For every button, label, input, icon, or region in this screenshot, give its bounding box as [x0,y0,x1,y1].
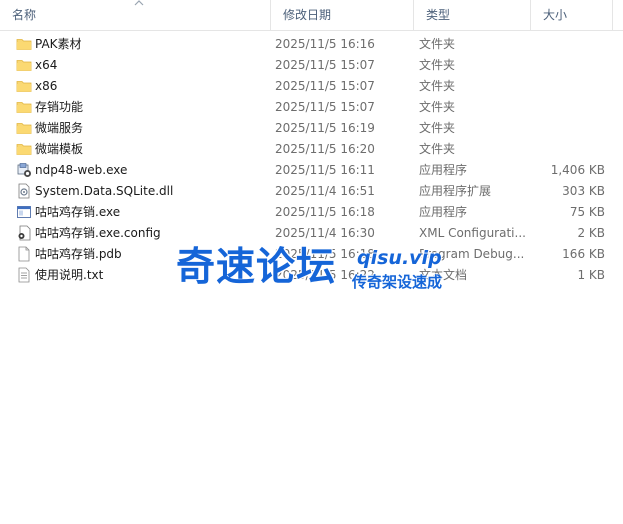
file-name: PAK素材 [35,37,82,51]
file-size: 1,406 KB [550,163,605,177]
file-name-cell[interactable]: 咕咕鸡存销.exe.config [14,223,269,244]
file-date: 2025/11/5 16:19 [275,121,375,135]
file-date: 2025/11/5 16:18 [275,205,375,219]
file-row[interactable]: 存销功能 2025/11/5 15:07 文件夹 [0,97,623,118]
file-type: 文件夹 [419,142,456,156]
file-date: 2025/11/5 16:16 [275,37,375,51]
file-name: x86 [35,79,58,93]
file-name-cell[interactable]: x86 [14,76,269,97]
file-date: 2025/11/5 16:11 [275,163,375,177]
folder-icon [16,141,32,157]
file-date: 2025/11/5 16:18 [275,247,375,261]
file-row[interactable]: PAK素材 2025/11/5 16:16 文件夹 [0,34,623,55]
file-type: 文本文档 [419,268,468,282]
file-row[interactable]: 咕咕鸡存销.pdb 2025/11/5 16:18 Program Debug...… [0,244,623,265]
file-name: ndp48-web.exe [35,163,128,177]
installer-icon [16,162,32,178]
file-size: 75 KB [569,205,605,219]
column-size-label: 大小 [543,8,568,22]
text-file-icon [16,267,32,283]
file-name-cell[interactable]: 咕咕鸡存销.pdb [14,244,269,265]
file-row[interactable]: x64 2025/11/5 15:07 文件夹 [0,55,623,76]
file-size: 303 KB [562,184,605,198]
file-type: Program Debug... [419,247,525,261]
file-name-cell[interactable]: 存销功能 [14,97,269,118]
column-date[interactable]: 修改日期 [270,0,413,30]
blank-file-icon [16,246,32,262]
file-size: 1 KB [577,268,605,282]
file-row[interactable]: x86 2025/11/5 15:07 文件夹 [0,76,623,97]
file-type: 文件夹 [419,58,456,72]
column-name[interactable]: 名称 [0,0,270,30]
file-type: 文件夹 [419,79,456,93]
folder-icon [16,57,32,73]
file-type: 应用程序 [419,163,468,177]
file-type: 文件夹 [419,100,456,114]
file-name-cell[interactable]: 咕咕鸡存销.exe [14,202,269,223]
file-name-cell[interactable]: ndp48-web.exe [14,160,269,181]
file-type: 应用程序扩展 [419,184,492,198]
file-row[interactable]: System.Data.SQLite.dll 2025/11/4 16:51 应用程… [0,181,623,202]
file-row[interactable]: 微端服务 2025/11/5 16:19 文件夹 [0,118,623,139]
file-name: 咕咕鸡存销.exe [35,205,121,219]
file-list: PAK素材 2025/11/5 16:16 文件夹 x64 2025/11/5 15:0… [0,34,623,286]
file-name: 存销功能 [35,100,84,114]
file-name: System.Data.SQLite.dll [35,184,174,198]
file-name-cell[interactable]: 微端服务 [14,118,269,139]
folder-icon [16,36,32,52]
dll-icon [16,183,32,199]
file-date: 2025/11/4 16:30 [275,226,375,240]
column-type-label: 类型 [426,8,451,22]
file-name-cell[interactable]: System.Data.SQLite.dll [14,181,269,202]
file-type: 应用程序 [419,205,468,219]
file-row[interactable]: ndp48-web.exe 2025/11/5 16:11 应用程序 1,406 KB [0,160,623,181]
column-divider [612,0,613,30]
column-header-bar: 名称 修改日期 类型 大小 [0,0,623,31]
folder-icon [16,78,32,94]
file-name: 咕咕鸡存销.pdb [35,247,122,261]
file-date: 2025/11/5 15:07 [275,100,375,114]
file-date: 2025/11/5 16:20 [275,142,375,156]
file-row[interactable]: 使用说明.txt 2025/11/5 16:22 文本文档 1 KB [0,265,623,286]
file-name-cell[interactable]: x64 [14,55,269,76]
file-name-cell[interactable]: 微端模板 [14,139,269,160]
file-date: 2025/11/4 16:51 [275,184,375,198]
file-row[interactable]: 咕咕鸡存销.exe 2025/11/5 16:18 应用程序 75 KB [0,202,623,223]
file-name: 微端服务 [35,121,84,135]
file-date: 2025/11/5 15:07 [275,79,375,93]
app-window-icon [16,204,32,220]
file-date: 2025/11/5 15:07 [275,58,375,72]
file-name: x64 [35,58,58,72]
file-row[interactable]: 微端模板 2025/11/5 16:20 文件夹 [0,139,623,160]
column-name-label: 名称 [12,8,37,22]
file-name: 微端模板 [35,142,84,156]
file-type: 文件夹 [419,121,456,135]
folder-icon [16,120,32,136]
file-row[interactable]: 咕咕鸡存销.exe.config 2025/11/4 16:30 XML Confi… [0,223,623,244]
file-type: XML Configurati... [419,226,526,240]
file-name: 使用说明.txt [35,268,104,282]
column-date-label: 修改日期 [283,8,332,22]
file-name-cell[interactable]: PAK素材 [14,34,269,55]
file-size: 166 KB [562,247,605,261]
config-file-icon [16,225,32,241]
file-type: 文件夹 [419,37,456,51]
folder-icon [16,99,32,115]
file-name-cell[interactable]: 使用说明.txt [14,265,269,286]
column-size[interactable]: 大小 [530,0,612,30]
file-name: 咕咕鸡存销.exe.config [35,226,161,240]
file-size: 2 KB [577,226,605,240]
file-date: 2025/11/5 16:22 [275,268,375,282]
column-type[interactable]: 类型 [413,0,530,30]
